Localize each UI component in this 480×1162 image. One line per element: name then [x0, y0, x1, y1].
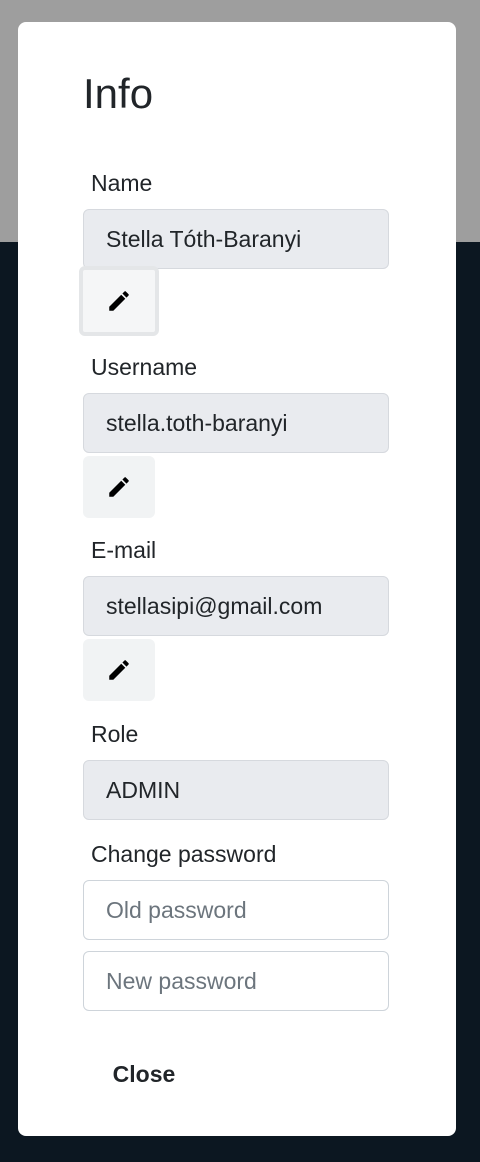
edit-name-button[interactable]	[79, 266, 159, 336]
email-field: stellasipi@gmail.com	[83, 576, 389, 636]
pencil-icon	[109, 660, 129, 680]
modal-title: Info	[83, 70, 154, 117]
role-field: ADMIN	[83, 760, 389, 820]
name-field: Stella Tóth-Baranyi	[83, 209, 389, 269]
edit-username-button[interactable]	[83, 456, 155, 518]
info-modal: Info Name Stella Tóth-Baranyi Username s…	[18, 22, 456, 1136]
pencil-icon	[109, 477, 129, 497]
pencil-icon	[109, 291, 129, 311]
email-label: E-mail	[91, 537, 157, 563]
name-label: Name	[91, 170, 153, 196]
new-password-input[interactable]	[83, 951, 389, 1011]
role-label: Role	[91, 721, 139, 747]
close-button[interactable]: Close	[94, 1052, 194, 1096]
username-field: stella.toth-baranyi	[83, 393, 389, 453]
edit-email-button[interactable]	[83, 639, 155, 701]
old-password-input[interactable]	[83, 880, 389, 940]
username-label: Username	[91, 354, 198, 380]
change-password-label: Change password	[91, 841, 277, 867]
